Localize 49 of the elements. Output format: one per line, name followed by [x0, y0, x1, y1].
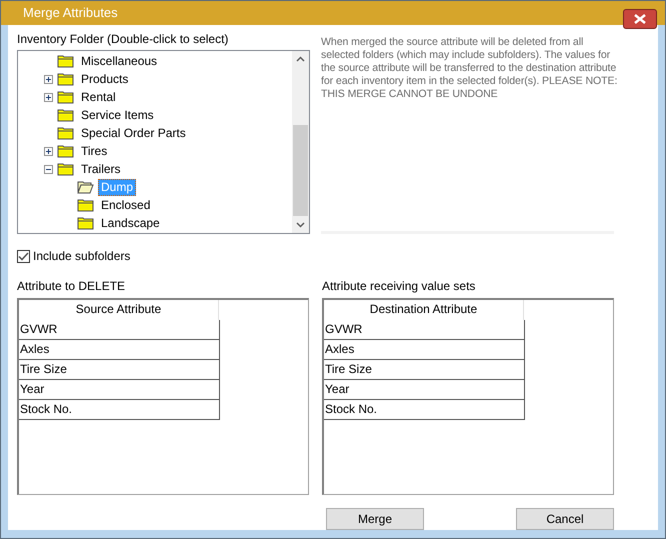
tree-item[interactable]: Special Order Parts: [78, 124, 189, 142]
collapse-icon[interactable]: [44, 164, 53, 174]
table-cell: Year: [324, 380, 525, 400]
cancel-button[interactable]: Cancel: [516, 508, 614, 530]
folder-icon: [57, 72, 74, 86]
tree-item[interactable]: Miscellaneous: [78, 52, 160, 70]
table-cell: Tire Size: [324, 360, 525, 380]
close-button[interactable]: [623, 9, 657, 29]
include-subfolders-checkbox[interactable]: [17, 250, 30, 262]
folder-icon: [77, 216, 94, 230]
table-cell: Axles: [19, 340, 220, 360]
open-folder-icon: [77, 180, 94, 194]
table-cell: Tire Size: [19, 360, 220, 380]
folder-tree[interactable]: Miscellaneous Products Rental Service Items Special Order Parts Tires Trailers Dump Enclosed Landscape: [17, 50, 310, 234]
folder-icon: [77, 198, 94, 212]
table-cell: Stock No.: [324, 400, 525, 420]
tree-item[interactable]: Enclosed: [98, 196, 154, 214]
close-icon: [634, 14, 646, 24]
folder-icon: [57, 144, 74, 158]
folder-icon: [57, 162, 74, 176]
expand-icon[interactable]: [44, 146, 53, 156]
table-cell: Axles: [324, 340, 525, 360]
tree-item[interactable]: Service Items: [78, 106, 157, 124]
column-header: Destination Attribute: [324, 300, 524, 320]
tree-item[interactable]: Rental: [78, 88, 119, 106]
tree-item[interactable]: Landscape: [98, 214, 163, 232]
folder-icon: [57, 54, 74, 68]
grid-label: Attribute receiving value sets: [322, 278, 476, 295]
folder-icon: [57, 126, 74, 140]
table-cell: Year: [19, 380, 220, 400]
warning-note: When merged the source attribute will be deleted from all selected folders (which may include subfolders). The values for the source attribute will be transferred to the destination attribute for each inventory item in the selected folder(s). PLEASE NOTE: THIS MERGE CANNOT BE UNDONE: [321, 36, 618, 101]
table-cell: Stock No.: [19, 400, 220, 420]
folder-icon: [57, 108, 74, 122]
expand-icon[interactable]: [44, 92, 53, 102]
tree-label: Inventory Folder (Double-click to select): [17, 31, 230, 48]
window-title: Merge Attributes: [23, 4, 118, 22]
grid-label: Attribute to DELETE: [17, 278, 126, 295]
expand-icon[interactable]: [44, 74, 53, 84]
scroll-thumb[interactable]: [293, 125, 308, 216]
folder-icon: [57, 90, 74, 104]
checkbox-label: Include subfolders: [33, 248, 130, 265]
tree-item[interactable]: Products: [78, 70, 132, 88]
merge-button[interactable]: Merge: [326, 508, 424, 530]
column-header: Source Attribute: [19, 300, 219, 320]
scrollbar[interactable]: [292, 51, 309, 233]
tree-item[interactable]: Tires: [78, 142, 110, 160]
tree-item[interactable]: Trailers: [78, 160, 124, 178]
table-cell: GVWR: [324, 320, 525, 340]
table-cell: GVWR: [19, 320, 220, 340]
